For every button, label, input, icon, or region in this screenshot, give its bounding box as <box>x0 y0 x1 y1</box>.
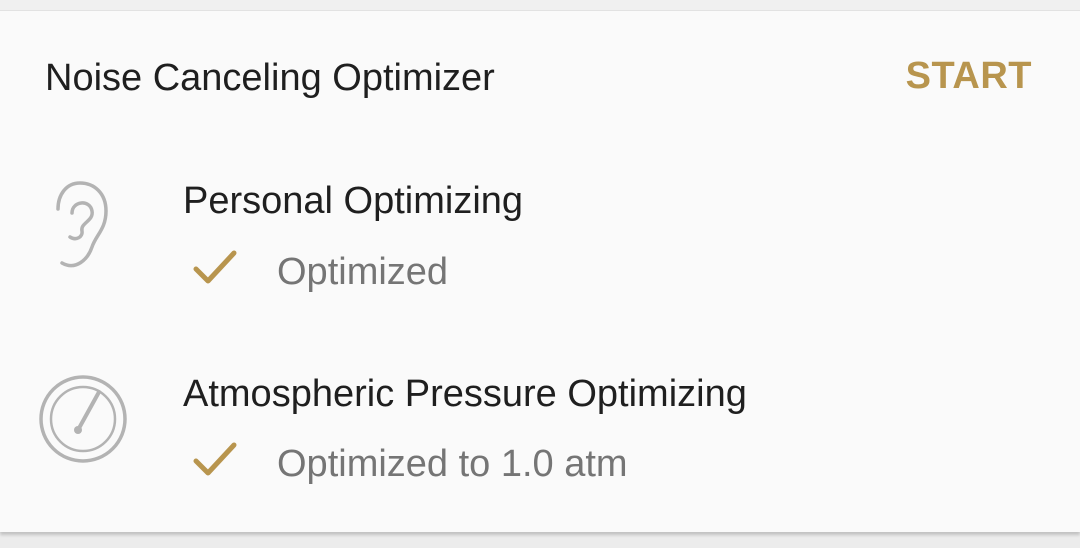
personal-optimizing-status: Optimized <box>277 251 449 293</box>
ear-icon <box>52 175 112 280</box>
check-icon <box>193 439 237 484</box>
top-divider-strip <box>0 0 1080 11</box>
atmospheric-pressure-status: Optimized to 1.0 atm <box>277 443 628 485</box>
check-icon <box>193 247 237 292</box>
atmospheric-pressure-title: Atmospheric Pressure Optimizing <box>183 373 747 415</box>
gauge-icon <box>36 372 130 471</box>
personal-optimizing-title: Personal Optimizing <box>183 180 524 222</box>
card-title: Noise Canceling Optimizer <box>45 57 495 99</box>
noise-canceling-optimizer-card: Noise Canceling Optimizer START Personal… <box>0 11 1080 532</box>
start-button[interactable]: START <box>906 53 1032 99</box>
